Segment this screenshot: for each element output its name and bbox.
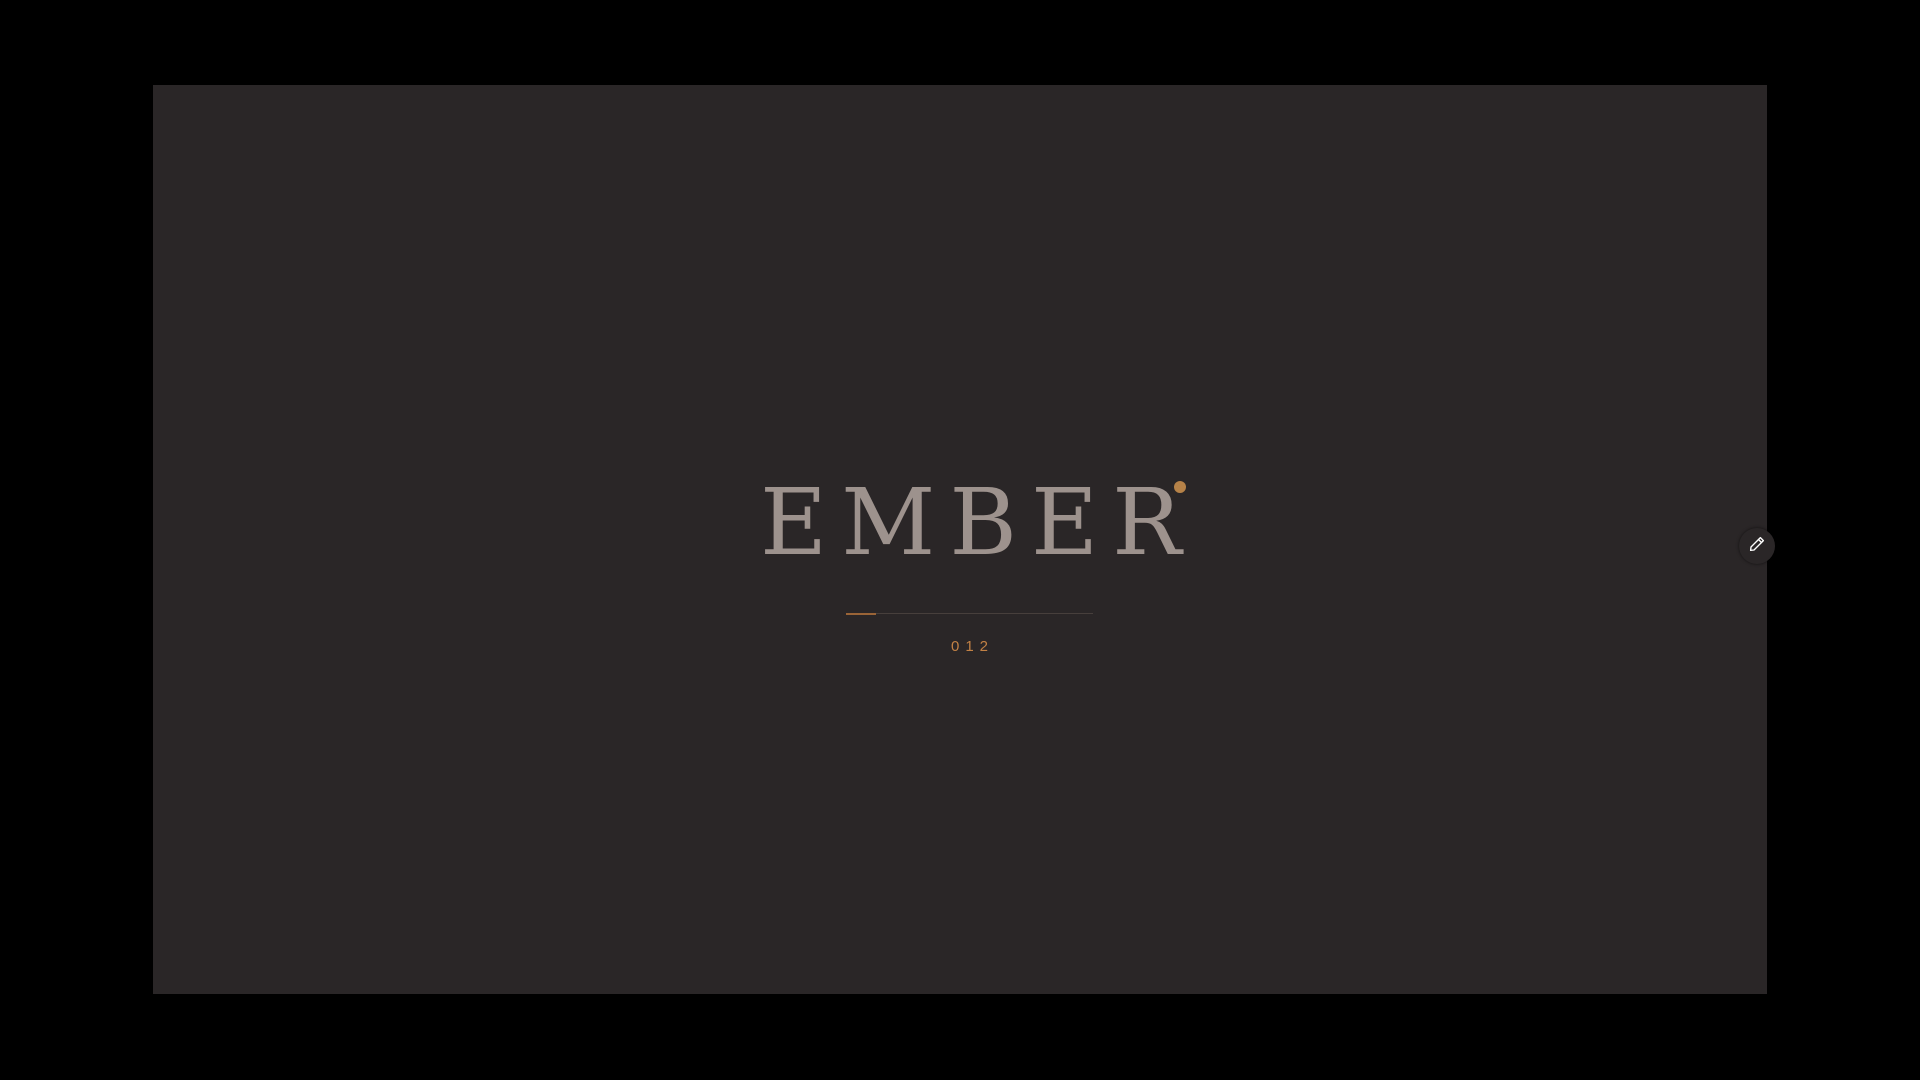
- slide-counter: 012: [950, 638, 995, 655]
- progress-bar-fill: [846, 612, 876, 615]
- presentation-viewport: EMBER 012: [0, 0, 1920, 1080]
- pencil-icon: [1748, 535, 1766, 557]
- progress-bar: [846, 612, 1093, 615]
- edit-button[interactable]: [1739, 528, 1775, 564]
- ember-dot-icon: [1174, 481, 1186, 493]
- brand-title: EMBER: [760, 469, 1196, 576]
